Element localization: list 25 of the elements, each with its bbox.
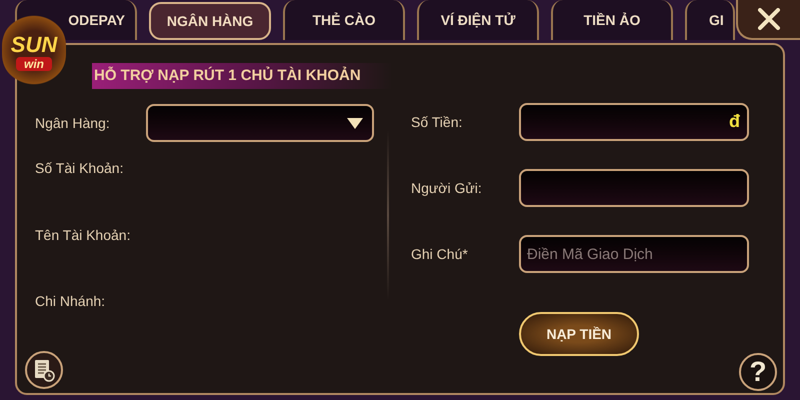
- bank-dropdown[interactable]: [146, 104, 374, 142]
- tab[interactable]: TIỀN ẢO: [551, 0, 673, 40]
- currency-symbol: đ: [729, 110, 740, 132]
- close-icon: [758, 8, 780, 30]
- field-label: Người Gửi:: [411, 178, 483, 198]
- field-label: Chi Nhánh:: [35, 292, 106, 310]
- history-button[interactable]: [25, 351, 63, 389]
- help-button[interactable]: ?: [739, 353, 777, 391]
- dropdown-arrow-icon: [346, 116, 364, 130]
- field-label: Ngân Hàng:: [35, 114, 111, 133]
- field-label: Ghi Chú*: [411, 244, 469, 264]
- close-button[interactable]: [736, 0, 800, 40]
- logo-ribbon: win: [16, 56, 52, 70]
- tab[interactable]: GI: [685, 0, 735, 40]
- document-clock-icon: [33, 358, 55, 382]
- input-field[interactable]: [519, 103, 749, 141]
- tab[interactable]: THẺ CÀO: [283, 0, 405, 40]
- input-field[interactable]: [519, 169, 749, 207]
- field-label: Tên Tài Khoản:: [35, 226, 132, 244]
- field-label: Số Tiền:: [411, 112, 464, 132]
- tab[interactable]: NGÂN HÀNG: [149, 2, 271, 40]
- input-field[interactable]: Điền Mã Giao Dịch: [519, 235, 749, 273]
- field-label: Số Tài Khoản:: [35, 158, 124, 178]
- deposit-button[interactable]: NẠP TIỀN: [519, 312, 639, 356]
- tab[interactable]: VÍ ĐIỆN TỬ: [417, 0, 539, 40]
